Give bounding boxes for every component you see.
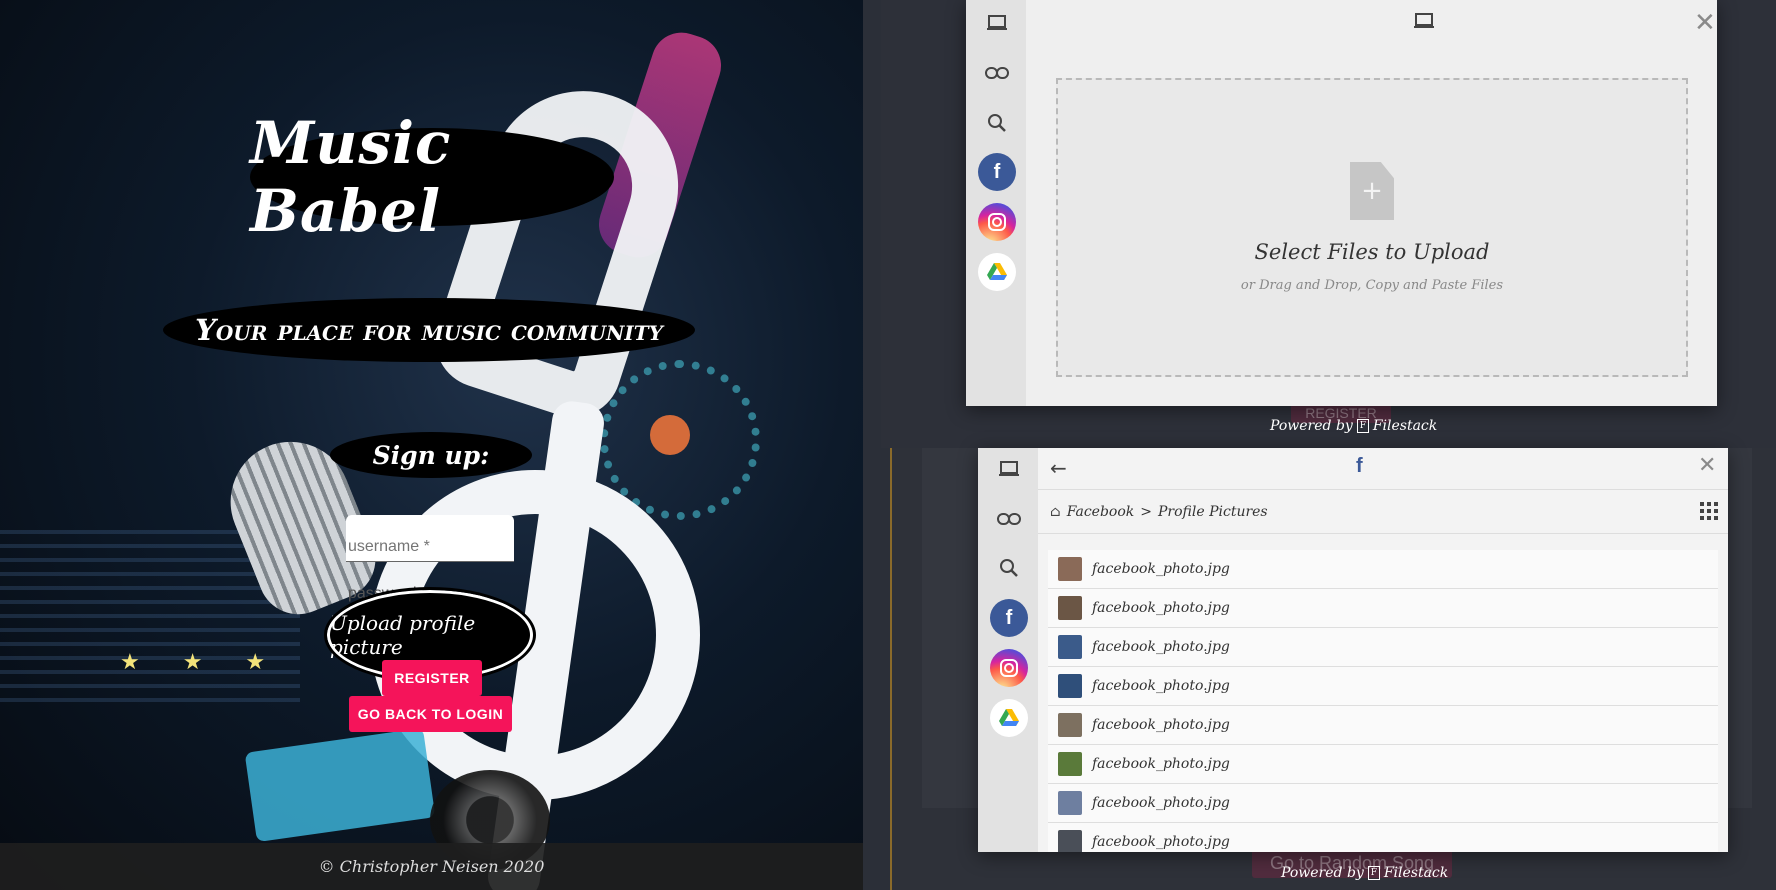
file-name: facebook_photo.jpg [1092, 756, 1230, 772]
list-item[interactable]: facebook_photo.jpg [1048, 784, 1718, 823]
breadcrumb-root[interactable]: Facebook [1067, 504, 1135, 520]
search-icon[interactable] [990, 549, 1028, 587]
photo-thumbnail [1058, 830, 1082, 852]
google-drive-icon[interactable] [978, 253, 1016, 291]
close-icon[interactable]: ✕ [1694, 10, 1716, 36]
computer-icon[interactable] [990, 450, 1028, 488]
photo-thumbnail [1058, 791, 1082, 815]
list-item[interactable]: facebook_photo.jpg [1048, 667, 1718, 706]
back-arrow-icon[interactable]: ← [1050, 456, 1067, 480]
google-drive-icon[interactable] [990, 699, 1028, 737]
computer-icon [1413, 12, 1435, 34]
instagram-icon[interactable] [978, 203, 1016, 241]
powered-by-filestack: Powered by F Filestack [1270, 418, 1437, 434]
username-field-wrapper [346, 515, 514, 562]
powered-by-label: Powered by [1270, 418, 1353, 434]
list-item[interactable]: facebook_photo.jpg [1048, 550, 1718, 589]
list-item[interactable]: facebook_photo.jpg [1048, 589, 1718, 628]
link-icon[interactable] [978, 54, 1016, 92]
photo-thumbnail [1058, 713, 1082, 737]
instagram-icon[interactable] [990, 649, 1028, 687]
file-list: facebook_photo.jpg facebook_photo.jpg fa… [1048, 550, 1718, 852]
upload-dropzone[interactable]: + Select Files to Upload or Drag and Dro… [1056, 78, 1688, 377]
page-title: Music Babel [250, 109, 614, 245]
file-name: facebook_photo.jpg [1092, 717, 1230, 733]
powered-by-label: Powered by [1281, 865, 1364, 881]
breadcrumb-separator: > [1140, 503, 1152, 520]
picker-header: ← f ✕ [1038, 448, 1728, 490]
grid-view-icon[interactable] [1700, 502, 1718, 524]
file-name: facebook_photo.jpg [1092, 561, 1230, 577]
list-item[interactable]: facebook_photo.jpg [1048, 823, 1718, 852]
photo-thumbnail [1058, 635, 1082, 659]
facebook-icon[interactable]: f [978, 153, 1016, 191]
list-item[interactable]: facebook_photo.jpg [1048, 745, 1718, 784]
file-name: facebook_photo.jpg [1092, 639, 1230, 655]
screen: ★ ★ ★ Music Babel Your place for music c… [0, 0, 1776, 890]
photo-thumbnail [1058, 674, 1082, 698]
username-input[interactable] [346, 515, 514, 561]
list-item[interactable]: facebook_photo.jpg [1048, 706, 1718, 745]
breadcrumb: ⌂ Facebook > Profile Pictures [1038, 490, 1728, 534]
photo-thumbnail [1058, 752, 1082, 776]
breadcrumb-current: Profile Pictures [1157, 503, 1268, 520]
file-name: facebook_photo.jpg [1092, 834, 1230, 850]
boombox-art [244, 727, 436, 843]
facebook-logo-icon: f [1356, 455, 1363, 477]
filestack-logo-icon: F [1356, 419, 1369, 433]
filestack-picker-facebook: f ← f ✕ ⌂ Facebook > Profile Pictures fa… [978, 448, 1728, 852]
facebook-icon[interactable]: f [990, 599, 1028, 637]
dropzone-title: Select Files to Upload [1254, 240, 1490, 264]
picker-header [1026, 0, 1717, 48]
powered-by-filestack: Powered by F Filestack [1281, 865, 1448, 881]
source-sidebar: f [966, 0, 1026, 406]
file-name: facebook_photo.jpg [1092, 600, 1230, 616]
file-name: facebook_photo.jpg [1092, 678, 1230, 694]
file-name: facebook_photo.jpg [1092, 795, 1230, 811]
footer-copyright: © Christopher Neisen 2020 [0, 843, 863, 890]
computer-icon[interactable] [978, 4, 1016, 42]
music-babel-page: ★ ★ ★ Music Babel Your place for music c… [0, 0, 863, 890]
dropzone-subtitle: or Drag and Drop, Copy and Paste Files [1240, 278, 1504, 293]
photo-thumbnail [1058, 557, 1082, 581]
signup-heading: Sign up: [330, 432, 532, 478]
filestack-logo-icon: F [1367, 866, 1380, 880]
filestack-brand: Filestack [1383, 865, 1449, 881]
register-button[interactable]: REGISTER [382, 660, 482, 696]
search-icon[interactable] [978, 104, 1016, 142]
back-to-login-button[interactable]: GO BACK TO LOGIN [349, 696, 512, 732]
link-icon[interactable] [990, 500, 1028, 538]
orange-ornament [650, 415, 690, 455]
add-file-icon: + [1350, 162, 1394, 220]
list-item[interactable]: facebook_photo.jpg [1048, 628, 1718, 667]
filestack-brand: Filestack [1372, 418, 1438, 434]
source-sidebar: f [978, 448, 1038, 852]
tagline: Your place for music community [163, 298, 695, 362]
close-icon[interactable]: ✕ [1698, 455, 1716, 477]
photo-thumbnail [1058, 596, 1082, 620]
stars-art: ★ ★ ★ [120, 650, 284, 675]
home-icon[interactable]: ⌂ [1050, 504, 1061, 520]
